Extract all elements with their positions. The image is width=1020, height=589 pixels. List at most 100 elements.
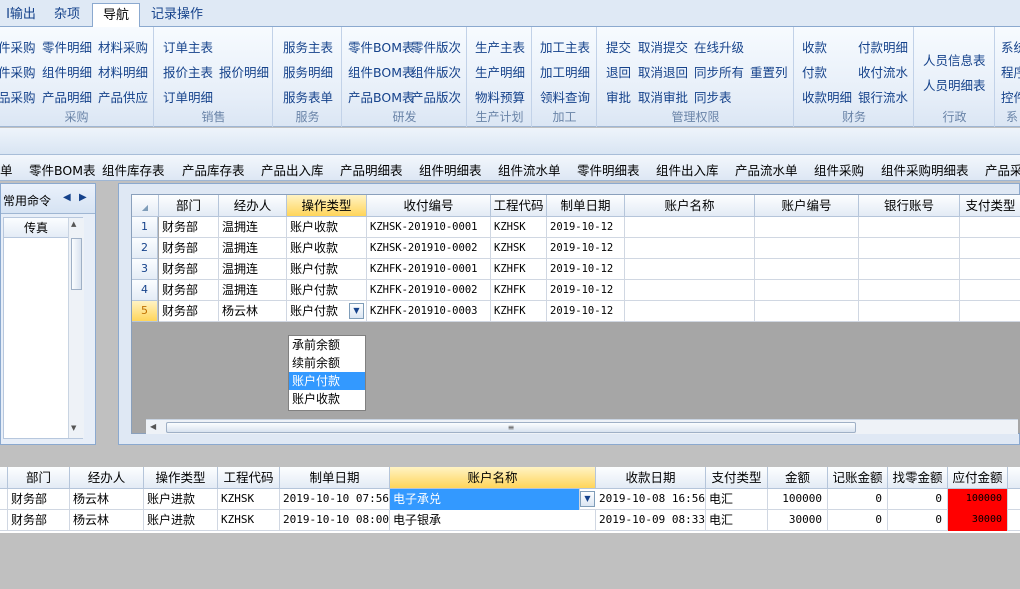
column-header[interactable]: 经办人 bbox=[219, 195, 287, 217]
arrow-left-icon[interactable]: ◀ bbox=[63, 192, 71, 203]
cell[interactable] bbox=[859, 259, 960, 280]
column-header[interactable]: 金额 bbox=[768, 467, 828, 489]
ribbon-item[interactable]: 生产主表 bbox=[475, 37, 525, 56]
ribbon-item[interactable]: 付款 bbox=[802, 62, 827, 81]
table-row[interactable]: 财务部 杨云林 账户进款 KZHSK 2019-10-10 08:00 电子银承… bbox=[0, 510, 1020, 531]
cell[interactable] bbox=[625, 238, 755, 259]
scroll-left-icon[interactable]: ◀ bbox=[150, 422, 156, 431]
ribbon-item[interactable]: 人员信息表 bbox=[923, 50, 986, 69]
ribbon-item[interactable]: 控件 bbox=[1001, 87, 1020, 106]
row-number[interactable]: 4 bbox=[132, 280, 158, 301]
ribbon-item[interactable]: 程序 bbox=[1001, 62, 1020, 81]
column-header[interactable]: 账户名称 bbox=[625, 195, 755, 217]
cell[interactable] bbox=[625, 301, 755, 322]
cell[interactable] bbox=[755, 238, 859, 259]
ribbon-item[interactable]: 报价明细 bbox=[219, 62, 269, 81]
tab-record-ops[interactable]: 记录操作 bbox=[142, 3, 212, 27]
cell[interactable]: KZHSK-201910-0001 bbox=[367, 217, 491, 238]
column-header[interactable]: 支付类型 bbox=[706, 467, 768, 489]
row-number[interactable]: 2 bbox=[132, 238, 158, 259]
column-header[interactable]: 部门 bbox=[8, 467, 70, 489]
ribbon-item[interactable]: 银行流水 bbox=[858, 87, 908, 106]
nav-item[interactable]: 产品采 bbox=[985, 160, 1020, 179]
cell[interactable]: KZHFK-201910-0002 bbox=[367, 280, 491, 301]
cell[interactable] bbox=[960, 301, 1020, 322]
cell[interactable] bbox=[960, 217, 1020, 238]
cell[interactable]: 100000 bbox=[768, 489, 828, 510]
column-header[interactable]: 银行账号 bbox=[859, 195, 960, 217]
dropdown-option[interactable]: 承前余额 bbox=[289, 336, 365, 354]
dropdown-option[interactable]: 续前余额 bbox=[289, 354, 365, 372]
column-header[interactable]: 收款日期 bbox=[596, 467, 706, 489]
cell[interactable]: KZHSK-201910-0002 bbox=[367, 238, 491, 259]
ribbon-item[interactable]: 零件版次 bbox=[411, 37, 461, 56]
cell[interactable] bbox=[625, 280, 755, 301]
cell[interactable]: KZHSK bbox=[218, 510, 280, 531]
ribbon-item[interactable]: 零件明细 bbox=[42, 37, 92, 56]
dropdown-option[interactable]: 账户收款 bbox=[289, 390, 365, 408]
column-header[interactable]: 收付编号 bbox=[367, 195, 491, 217]
scroll-down-icon[interactable]: ▼ bbox=[71, 424, 76, 432]
ribbon-item[interactable]: 报价主表 bbox=[163, 62, 213, 81]
cell[interactable] bbox=[960, 280, 1020, 301]
cell[interactable]: 2019-10-12 bbox=[547, 280, 625, 301]
column-header[interactable]: 制单日期 bbox=[547, 195, 625, 217]
ribbon-item[interactable]: 订单明细 bbox=[163, 87, 213, 106]
ribbon-item[interactable]: 同步表 bbox=[694, 87, 732, 106]
ribbon-item[interactable]: 加工主表 bbox=[540, 37, 590, 56]
cell[interactable]: 账户收款 bbox=[287, 238, 367, 259]
ribbon-item[interactable]: 在线升级 bbox=[694, 37, 744, 56]
nav-item[interactable]: 组件采购明细表 bbox=[881, 160, 969, 179]
ribbon-item[interactable]: 产品供应 bbox=[98, 87, 148, 106]
ribbon-item[interactable]: 提交 bbox=[606, 37, 631, 56]
tab-output[interactable]: I输出 bbox=[0, 3, 42, 27]
ribbon-item[interactable]: 收款 bbox=[802, 37, 827, 56]
ribbon-item[interactable]: 取消提交 bbox=[638, 37, 688, 56]
ribbon-item[interactable]: 付款明细 bbox=[858, 37, 908, 56]
nav-item[interactable]: 组件流水单 bbox=[498, 160, 561, 179]
ribbon-item[interactable]: 材料采购 bbox=[98, 37, 148, 56]
cell[interactable]: 财务部 bbox=[159, 280, 219, 301]
cell[interactable]: 温拥连 bbox=[219, 280, 287, 301]
ribbon-item[interactable]: 人员明细表 bbox=[923, 75, 986, 94]
cell[interactable] bbox=[859, 280, 960, 301]
nav-item[interactable]: 组件出入库 bbox=[656, 160, 719, 179]
ribbon-item[interactable]: 领料查询 bbox=[540, 87, 590, 106]
cell[interactable]: 电子银承 bbox=[390, 510, 596, 531]
cell[interactable]: 2019-10-10 08:00 bbox=[280, 510, 390, 531]
cell[interactable]: KZHFK-201910-0001 bbox=[367, 259, 491, 280]
ribbon-item[interactable]: 退回 bbox=[606, 62, 631, 81]
ribbon-item[interactable]: 收付流水 bbox=[858, 62, 908, 81]
ribbon-item[interactable]: 重置列 bbox=[750, 62, 788, 81]
ribbon-item[interactable]: 组件版次 bbox=[411, 62, 461, 81]
column-header[interactable]: 工程代码 bbox=[218, 467, 280, 489]
ribbon-item[interactable]: 生产明细 bbox=[475, 62, 525, 81]
ribbon-item[interactable]: 同步所有 bbox=[694, 62, 744, 81]
cell[interactable] bbox=[755, 259, 859, 280]
column-header[interactable]: 找零金额 bbox=[888, 467, 948, 489]
nav-item[interactable]: 零件明细表 bbox=[577, 160, 640, 179]
tab-navigation[interactable]: 导航 bbox=[92, 3, 140, 28]
cell[interactable]: 电汇 bbox=[706, 489, 768, 510]
grid-corner[interactable]: ◢ bbox=[132, 195, 159, 217]
column-header[interactable]: 经办人 bbox=[70, 467, 144, 489]
cell[interactable] bbox=[960, 259, 1020, 280]
cell[interactable]: 财务部 bbox=[159, 238, 219, 259]
ribbon-item[interactable]: 产品版次 bbox=[411, 87, 461, 106]
column-header[interactable]: 支付类型 bbox=[960, 195, 1020, 217]
row-indicator[interactable] bbox=[0, 510, 8, 531]
cell[interactable]: 财务部 bbox=[8, 510, 70, 531]
cell[interactable]: 2019-10-10 07:56 bbox=[280, 489, 390, 510]
ribbon-item[interactable]: 产品BOM表 bbox=[348, 87, 414, 106]
ribbon-item[interactable]: 产品明细 bbox=[42, 87, 92, 106]
cell[interactable]: 温拥连 bbox=[219, 259, 287, 280]
table-row[interactable]: 财务部 杨云林 账户付款 KZHFK-201910-0003 KZHFK 201… bbox=[159, 301, 1020, 322]
cell[interactable]: KZHFK-201910-0003 bbox=[367, 301, 491, 322]
cell[interactable]: 账户进款 bbox=[144, 489, 218, 510]
cell[interactable]: 财务部 bbox=[159, 259, 219, 280]
ribbon-item[interactable]: 取消审批 bbox=[638, 87, 688, 106]
row-number[interactable]: 1 bbox=[132, 217, 158, 238]
table-row[interactable]: 财务部 杨云林 账户进款 KZHSK 2019-10-10 07:56 电子承兑… bbox=[0, 489, 1020, 510]
table-row[interactable]: 财务部 温拥连 账户收款 KZHSK-201910-0002 KZHSK 201… bbox=[159, 238, 1020, 259]
ribbon-item[interactable]: 材料明细 bbox=[98, 62, 148, 81]
